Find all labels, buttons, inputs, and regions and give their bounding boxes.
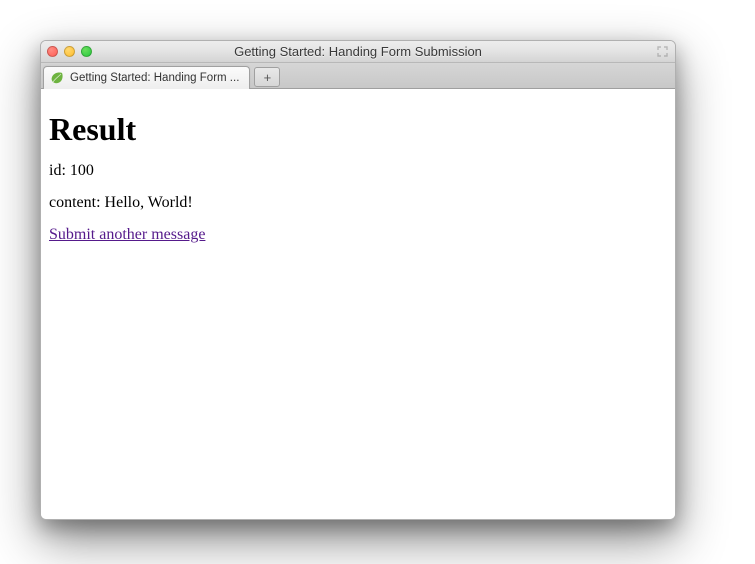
plus-icon: + [264, 70, 272, 85]
result-id-line: id: 100 [49, 162, 667, 180]
zoom-window-button[interactable] [81, 46, 92, 57]
window-titlebar: Getting Started: Handing Form Submission [41, 41, 675, 63]
result-content-line: content: Hello, World! [49, 194, 667, 212]
link-paragraph: Submit another message [49, 226, 667, 244]
minimize-window-button[interactable] [64, 46, 75, 57]
tab-active[interactable]: Getting Started: Handing Form ... [43, 66, 250, 89]
close-window-button[interactable] [47, 46, 58, 57]
window-title: Getting Started: Handing Form Submission [41, 44, 675, 59]
browser-window: Getting Started: Handing Form Submission… [40, 40, 676, 520]
traffic-lights [47, 46, 92, 57]
tab-bar: Getting Started: Handing Form ... + [41, 63, 675, 89]
page-content: Result id: 100 content: Hello, World! Su… [41, 89, 675, 519]
tab-label: Getting Started: Handing Form ... [70, 72, 239, 84]
page-heading: Result [49, 111, 667, 148]
spring-leaf-icon [50, 71, 64, 85]
fullscreen-icon[interactable] [655, 45, 669, 59]
new-tab-button[interactable]: + [254, 67, 280, 87]
submit-another-link[interactable]: Submit another message [49, 226, 205, 243]
